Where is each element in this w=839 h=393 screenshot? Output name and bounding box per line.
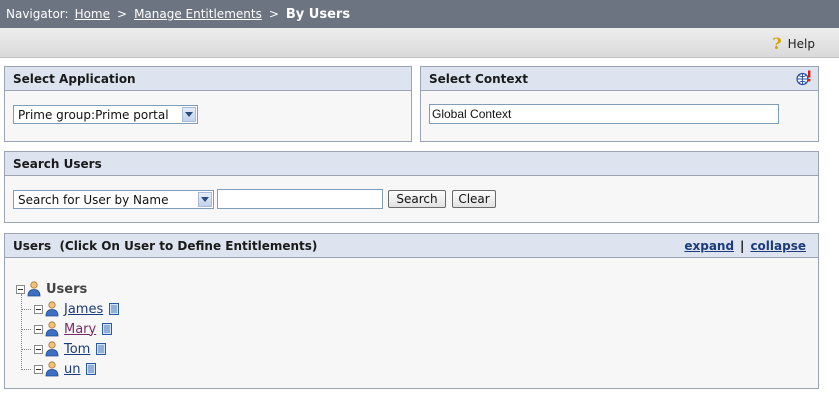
- search-mode-select[interactable]: Search for User by Name: [13, 190, 214, 209]
- tree-connector: [21, 294, 22, 370]
- collapse-toggle-icon[interactable]: [34, 324, 43, 334]
- users-tree-header: Users (Click On User to Define Entitleme…: [5, 234, 818, 258]
- user-link[interactable]: un: [64, 362, 80, 377]
- user-link[interactable]: Tom: [64, 342, 90, 357]
- tree-root-label: Users: [46, 281, 88, 297]
- select-context-panel: Select Context: [420, 66, 819, 142]
- select-application-panel: Select Application Prime group:Prime por…: [4, 66, 412, 142]
- user-icon: [45, 321, 59, 337]
- breadcrumb-separator: >: [268, 7, 279, 21]
- tree-connector: [21, 369, 31, 370]
- tree-user-row[interactable]: Mary: [34, 319, 113, 339]
- document-icon[interactable]: [86, 363, 97, 375]
- tree-user-row[interactable]: un: [34, 359, 97, 379]
- select-application-title: Select Application: [13, 71, 136, 86]
- collapse-toggle-icon[interactable]: [34, 304, 43, 314]
- document-icon[interactable]: [102, 323, 113, 335]
- chevron-down-icon[interactable]: [198, 192, 212, 207]
- user-icon: [45, 341, 59, 357]
- select-context-title: Select Context: [429, 71, 529, 86]
- user-group-icon: [27, 281, 41, 297]
- expand-link[interactable]: expand: [684, 239, 734, 253]
- user-link[interactable]: Mary: [64, 322, 96, 337]
- tree-user-row[interactable]: James: [34, 299, 120, 319]
- chevron-down-icon[interactable]: [182, 107, 196, 122]
- breadcrumb-separator: >: [117, 7, 128, 21]
- breadcrumb-manage-entitlements-link[interactable]: Manage Entitlements: [134, 7, 262, 21]
- document-icon[interactable]: [96, 343, 107, 355]
- toolbar: ? Help: [0, 28, 839, 58]
- tree-root[interactable]: Users: [16, 279, 87, 299]
- application-select-value: Prime group:Prime portal: [18, 107, 169, 122]
- collapse-toggle-icon[interactable]: [34, 364, 43, 374]
- users-tree-title: Users (Click On User to Define Entitleme…: [13, 238, 318, 253]
- tree-user-row[interactable]: Tom: [34, 339, 107, 359]
- context-field[interactable]: [429, 104, 779, 124]
- breadcrumb-home-link[interactable]: Home: [75, 7, 110, 21]
- search-mode-value: Search for User by Name: [18, 192, 169, 207]
- link-divider: |: [740, 239, 745, 253]
- help-button[interactable]: ? Help: [772, 34, 815, 53]
- user-icon: [45, 361, 59, 377]
- collapse-toggle-icon[interactable]: [34, 344, 43, 354]
- select-application-header: Select Application: [5, 67, 411, 91]
- select-context-header: Select Context: [421, 67, 818, 91]
- search-users-panel: Search Users Search for User by Name Sea…: [4, 151, 819, 223]
- search-input[interactable]: [217, 189, 383, 209]
- tree-connector: [21, 309, 31, 310]
- context-globe-icon[interactable]: [796, 70, 812, 86]
- collapse-toggle-icon[interactable]: [16, 284, 25, 294]
- tree-expand-collapse: expand | collapse: [684, 234, 806, 258]
- application-select[interactable]: Prime group:Prime portal: [13, 105, 198, 124]
- help-label: Help: [787, 36, 815, 51]
- question-mark-icon: ?: [772, 34, 782, 53]
- navigator-prefix: Navigator:: [6, 7, 69, 21]
- user-link[interactable]: James: [64, 302, 103, 317]
- tree-connector: [21, 329, 31, 330]
- search-users-title: Search Users: [13, 156, 102, 171]
- navigator-bar: Navigator: Home > Manage Entitlements > …: [0, 0, 839, 28]
- search-users-header: Search Users: [5, 152, 818, 176]
- user-icon: [45, 301, 59, 317]
- search-button[interactable]: Search: [388, 190, 446, 208]
- document-icon[interactable]: [109, 303, 120, 315]
- users-tree-panel: Users (Click On User to Define Entitleme…: [4, 233, 819, 389]
- clear-button[interactable]: Clear: [452, 190, 496, 208]
- collapse-link[interactable]: collapse: [750, 239, 806, 253]
- breadcrumb-current: By Users: [285, 6, 351, 22]
- tree-connector: [21, 349, 31, 350]
